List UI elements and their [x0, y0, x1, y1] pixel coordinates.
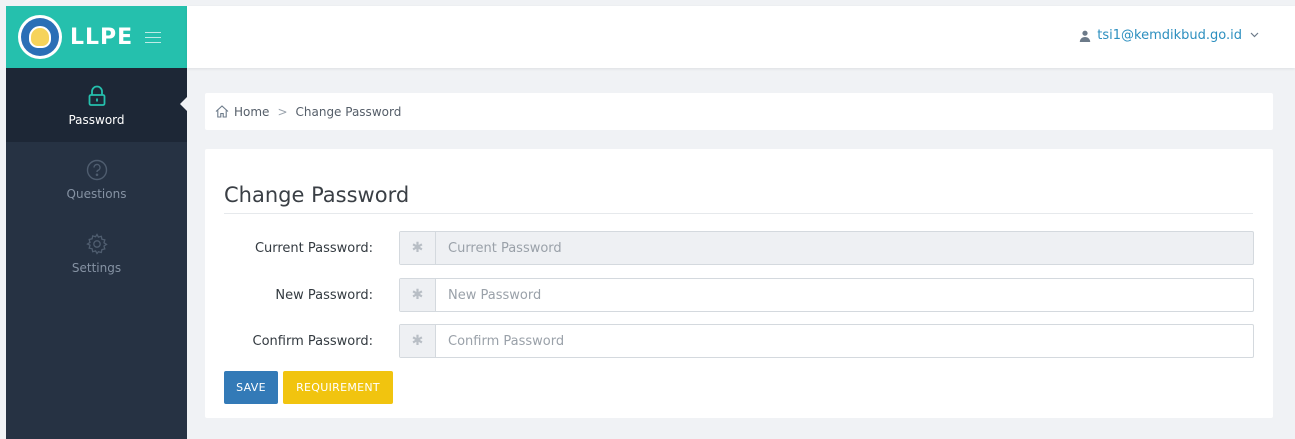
- sidebar-item-password[interactable]: Password: [6, 68, 188, 142]
- asterisk-icon: ✱: [400, 325, 436, 357]
- new-password-label: New Password:: [275, 287, 373, 303]
- save-button[interactable]: SAVE: [224, 371, 278, 404]
- brand-name[interactable]: LLPE: [70, 25, 133, 50]
- gear-icon: [85, 231, 108, 257]
- confirm-password-label: Confirm Password:: [252, 333, 373, 349]
- sidebar-item-settings[interactable]: Settings: [6, 216, 187, 290]
- current-password-field[interactable]: [436, 232, 1253, 264]
- new-password-field[interactable]: [436, 279, 1253, 311]
- user-icon: [1079, 30, 1091, 42]
- sidebar: LLPE Password Questions Settings: [6, 6, 188, 439]
- chevron-down-icon: [1250, 30, 1259, 41]
- home-icon: [215, 105, 229, 118]
- user-menu[interactable]: tsi1@kemdikbud.go.id: [1079, 28, 1259, 43]
- page-title: Change Password: [224, 183, 410, 207]
- question-circle-icon: [86, 157, 108, 183]
- brand-header: LLPE: [6, 6, 187, 68]
- breadcrumb-current: Change Password: [295, 104, 402, 119]
- new-password-group: ✱: [399, 278, 1254, 312]
- current-password-label: Current Password:: [254, 240, 373, 256]
- current-password-row: Current Password: ✱: [205, 231, 1273, 265]
- requirement-button[interactable]: REQUIREMENT: [283, 371, 393, 404]
- top-bar: tsi1@kemdikbud.go.id: [187, 6, 1295, 68]
- new-password-row: New Password: ✱: [205, 278, 1273, 312]
- menu-toggle-icon[interactable]: [145, 31, 162, 43]
- confirm-password-row: Confirm Password: ✱: [205, 324, 1273, 358]
- current-password-group: ✱: [399, 231, 1254, 265]
- sidebar-item-questions[interactable]: Questions: [6, 142, 187, 216]
- breadcrumb-separator: >: [277, 104, 288, 119]
- logo[interactable]: [18, 15, 62, 59]
- sidebar-item-label: Questions: [66, 187, 127, 201]
- sidebar-item-label: Password: [68, 113, 125, 127]
- divider: [224, 213, 1253, 214]
- change-password-card: Change Password Current Password: ✱ New …: [205, 149, 1273, 418]
- sidebar-item-label: Settings: [71, 261, 122, 275]
- asterisk-icon: ✱: [400, 279, 436, 311]
- asterisk-icon: ✱: [400, 232, 436, 264]
- breadcrumb-home[interactable]: Home: [215, 105, 269, 119]
- confirm-password-field[interactable]: [436, 325, 1253, 357]
- breadcrumb: Home > Change Password: [205, 93, 1273, 130]
- lock-icon: [88, 83, 106, 109]
- user-email: tsi1@kemdikbud.go.id: [1097, 28, 1242, 43]
- confirm-password-group: ✱: [399, 324, 1254, 358]
